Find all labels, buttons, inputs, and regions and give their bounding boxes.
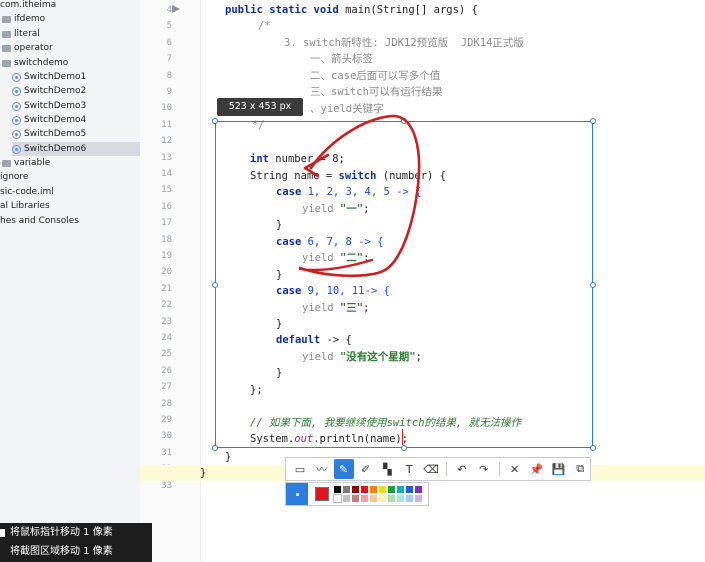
color-swatch[interactable] xyxy=(388,486,395,493)
color-swatch[interactable] xyxy=(352,486,359,493)
color-swatch[interactable] xyxy=(361,486,368,493)
current-color-swatch[interactable] xyxy=(315,487,329,501)
color-swatch[interactable] xyxy=(415,495,422,502)
eraser-tool-button[interactable]: ⌫ xyxy=(421,459,441,479)
hint-line-1: 将鼠标指针移动 1 像素 xyxy=(10,527,113,538)
mosaic-tool-button[interactable]: ▚ xyxy=(377,459,397,479)
annotation-underline xyxy=(298,258,374,272)
annotation-arrow-head xyxy=(303,153,330,178)
color-swatch[interactable] xyxy=(397,486,404,493)
color-swatch[interactable] xyxy=(333,494,342,503)
color-swatch[interactable] xyxy=(370,486,377,493)
annotation-toolbar: ▭ 〰 ✎ ✐ ▚ T ⌫ ↶ ↷ ✕ 📌 💾 ⧉ xyxy=(285,457,591,481)
pen-size-dot xyxy=(295,492,299,496)
pen-size-button[interactable] xyxy=(286,483,308,505)
color-swatch[interactable] xyxy=(415,486,422,493)
marker-tool-button[interactable]: ✐ xyxy=(356,459,376,479)
color-swatch[interactable] xyxy=(334,486,341,493)
color-swatch[interactable] xyxy=(397,495,404,502)
line-tool-button[interactable]: 〰 xyxy=(312,459,332,479)
color-swatch[interactable] xyxy=(352,495,359,502)
keyboard-hint-tooltip: 将鼠标指针移动 1 像素 将截图区域移动 1 像素 xyxy=(0,523,152,562)
rect-tool-button[interactable]: ▭ xyxy=(290,459,310,479)
text-tool-button[interactable]: T xyxy=(399,459,419,479)
color-swatch[interactable] xyxy=(343,495,350,502)
hint-line-2: 将截图区域移动 1 像素 xyxy=(10,546,113,557)
toolbar-separator xyxy=(498,462,500,476)
undo-tool-button[interactable]: ↶ xyxy=(452,459,472,479)
color-palette xyxy=(285,482,429,506)
color-swatch[interactable] xyxy=(379,495,386,502)
color-swatch[interactable] xyxy=(370,495,377,502)
color-swatch[interactable] xyxy=(361,495,368,502)
text-cursor-icon xyxy=(402,429,403,445)
color-swatch[interactable] xyxy=(343,486,350,493)
color-swatch[interactable] xyxy=(406,486,413,493)
hint-bar-icon xyxy=(0,529,5,537)
pin-tool-button[interactable]: 📌 xyxy=(527,459,547,479)
copy-tool-button[interactable]: ⧉ xyxy=(570,459,590,479)
color-swatch[interactable] xyxy=(406,495,413,502)
annotation-arrow-loop xyxy=(298,114,421,278)
pen-tool-button[interactable]: ✎ xyxy=(333,459,354,479)
save-tool-button[interactable]: 💾 xyxy=(548,459,568,479)
color-swatch[interactable] xyxy=(388,495,395,502)
toolbar-separator xyxy=(446,462,447,476)
redo-tool-button[interactable]: ↷ xyxy=(474,459,494,479)
color-swatch[interactable] xyxy=(379,486,386,493)
close-tool-button[interactable]: ✕ xyxy=(505,459,525,479)
